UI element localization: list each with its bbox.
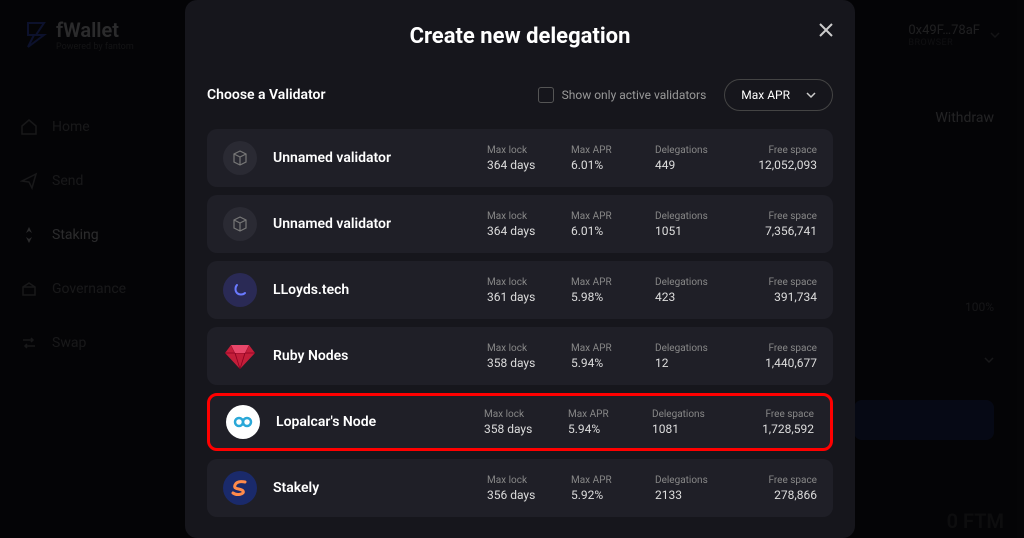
validator-freespace: 278,866 [774, 488, 817, 502]
validator-delegations: 449 [655, 158, 675, 172]
validator-maxlock: 358 days [487, 356, 535, 370]
sort-dropdown[interactable]: Max APR [724, 79, 833, 111]
validator-name: Lopalcar's Node [276, 414, 484, 430]
close-button[interactable] [819, 22, 833, 41]
validator-delegations: 423 [655, 290, 675, 304]
col-maxapr-label: Max APR [571, 343, 612, 354]
validator-maxapr: 5.98% [571, 290, 603, 304]
validator-delegations: 1051 [655, 224, 682, 238]
create-delegation-modal: Create new delegation Choose a Validator… [185, 0, 855, 538]
lopalcar-icon [233, 416, 253, 428]
close-icon [819, 23, 833, 37]
col-maxapr-label: Max APR [568, 409, 609, 420]
col-maxapr-label: Max APR [571, 277, 612, 288]
validator-maxlock: 356 days [487, 488, 535, 502]
sort-label: Max APR [741, 88, 790, 102]
col-delegations-label: Delegations [655, 277, 708, 288]
col-freespace-label: Free space [768, 145, 817, 156]
validator-list: Unnamed validatorMax lock364 daysMax APR… [207, 129, 833, 517]
col-delegations-label: Delegations [655, 145, 708, 156]
validator-freespace: 7,356,741 [765, 224, 817, 238]
ruby-icon [225, 343, 255, 369]
choose-validator-label: Choose a Validator [207, 87, 326, 103]
col-maxlock-label: Max lock [487, 211, 527, 222]
validator-freespace: 1,728,592 [762, 422, 814, 436]
col-delegations-label: Delegations [655, 211, 708, 222]
col-freespace-label: Free space [768, 277, 817, 288]
validator-name: Ruby Nodes [273, 348, 487, 364]
modal-title: Create new delegation [207, 24, 833, 49]
validator-freespace: 12,052,093 [758, 158, 817, 172]
validator-delegations: 1081 [652, 422, 679, 436]
validator-maxapr: 6.01% [571, 158, 603, 172]
validator-maxlock: 364 days [487, 158, 535, 172]
col-delegations-label: Delegations [652, 409, 705, 420]
checkbox-label: Show only active validators [562, 88, 707, 102]
validator-row[interactable]: StakelyMax lock 356 days Max APR 5.92% Deleg… [207, 459, 833, 517]
cube-icon [231, 215, 249, 233]
col-maxapr-label: Max APR [571, 475, 612, 486]
validator-name: Unnamed validator [273, 216, 487, 232]
validator-maxlock: 361 days [487, 290, 535, 304]
validator-row[interactable]: Unnamed validatorMax lock 364 days Max APR… [207, 129, 833, 187]
checkbox-icon [538, 87, 554, 103]
validator-freespace: 1,440,677 [765, 356, 817, 370]
col-maxapr-label: Max APR [571, 211, 612, 222]
validator-row[interactable]: Lopalcar's NodeMax lock 358 days Max APR 5.… [207, 393, 833, 451]
validator-row[interactable]: Unnamed validatorMax lock 364 days Max APR… [207, 195, 833, 253]
col-maxlock-label: Max lock [487, 277, 527, 288]
validator-maxlock: 358 days [484, 422, 532, 436]
validator-row[interactable]: Ruby NodesMax lock 358 days Max APR 5.94% De… [207, 327, 833, 385]
cube-icon [231, 149, 249, 167]
col-freespace-label: Free space [765, 409, 814, 420]
col-maxlock-label: Max lock [487, 343, 527, 354]
stakely-icon [223, 471, 257, 505]
validator-maxapr: 5.94% [568, 422, 600, 436]
col-freespace-label: Free space [768, 475, 817, 486]
validator-freespace: 391,734 [774, 290, 817, 304]
lloyds-icon [232, 282, 248, 298]
col-delegations-label: Delegations [655, 475, 708, 486]
col-delegations-label: Delegations [655, 343, 708, 354]
validator-name: Unnamed validator [273, 150, 487, 166]
validator-maxapr: 5.94% [571, 356, 603, 370]
validator-row[interactable]: LLoyds.techMax lock 361 days Max APR 5.98% D… [207, 261, 833, 319]
col-maxlock-label: Max lock [487, 475, 527, 486]
validator-name: LLoyds.tech [273, 282, 487, 298]
validator-delegations: 12 [655, 356, 669, 370]
validator-maxlock: 364 days [487, 224, 535, 238]
active-only-checkbox[interactable]: Show only active validators [538, 87, 707, 103]
col-freespace-label: Free space [768, 343, 817, 354]
col-maxlock-label: Max lock [484, 409, 524, 420]
col-maxapr-label: Max APR [571, 145, 612, 156]
validator-name: Stakely [273, 480, 487, 496]
validator-maxapr: 5.92% [571, 488, 603, 502]
validator-delegations: 2133 [655, 488, 682, 502]
chevron-down-icon [806, 90, 816, 100]
col-maxlock-label: Max lock [487, 145, 527, 156]
validator-maxapr: 6.01% [571, 224, 603, 238]
col-freespace-label: Free space [768, 211, 817, 222]
